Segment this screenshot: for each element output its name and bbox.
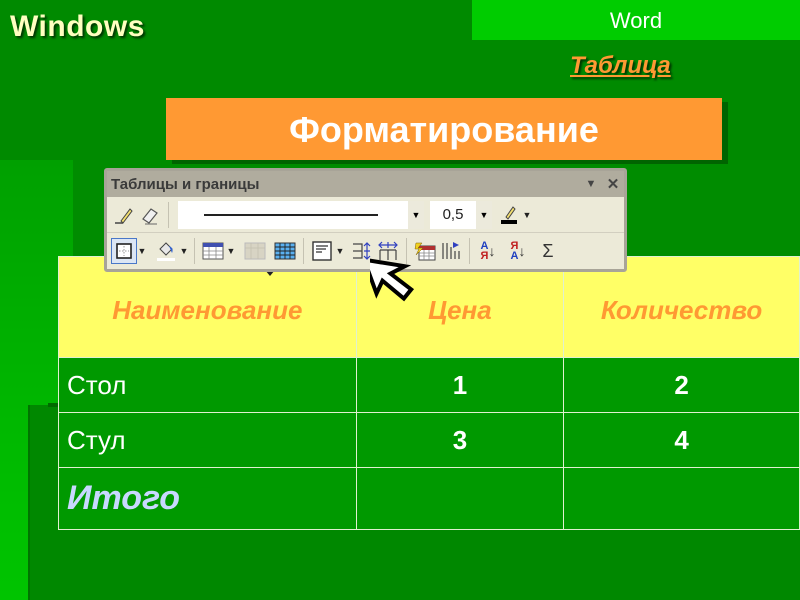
insert-table-icon[interactable] <box>200 238 226 264</box>
topic-banner: Форматирование <box>166 98 722 160</box>
cell-price[interactable]: 1 <box>355 357 565 413</box>
chevron-down-icon[interactable]: ▼ <box>335 246 345 256</box>
shading-color-icon[interactable] <box>153 238 179 264</box>
sort-descending-icon[interactable]: Я А ↓ <box>505 238 531 264</box>
toolbar-separator <box>469 238 470 264</box>
cell-name[interactable]: Стол <box>58 357 357 413</box>
line-weight-value: 0,5 <box>442 206 464 223</box>
toolbar-options-icon[interactable]: ▼ <box>580 178 602 190</box>
toolbar-row-2: ▼ ▼ ▼ ▼ А Я ↓ Я А ↓ Σ <box>107 233 624 269</box>
merge-cells-icon[interactable] <box>242 238 268 264</box>
sort-asc-bottom: Я <box>480 250 489 262</box>
table-total-row: Итого <box>58 467 800 530</box>
text-direction-icon[interactable] <box>438 238 464 264</box>
toolbar-separator <box>194 238 195 264</box>
border-color-icon[interactable] <box>496 202 522 228</box>
tables-borders-toolbar[interactable]: Таблицы и границы ▼ ✕ ▼ 0,5 ▼ ▼ ▼ ▼ ▼ ▼ … <box>104 168 627 272</box>
line-style-select[interactable]: ▼ <box>178 200 424 229</box>
sort-desc-bottom: А <box>510 250 519 262</box>
cell-quantity[interactable]: 4 <box>563 412 800 468</box>
outside-border-icon[interactable] <box>111 238 137 264</box>
split-cells-icon[interactable] <box>272 238 298 264</box>
arrow-down-icon: ↓ <box>518 243 526 259</box>
sort-ascending-icon[interactable]: А Я ↓ <box>475 238 501 264</box>
toolbar-titlebar[interactable]: Таблицы и границы ▼ ✕ <box>107 171 624 197</box>
cell-total-quantity[interactable] <box>563 467 800 530</box>
section-link[interactable]: Таблица <box>570 52 671 80</box>
page-title: Windows <box>10 10 145 43</box>
table-row: Стул 3 4 <box>58 412 800 468</box>
cell-price[interactable]: 3 <box>355 412 565 468</box>
toolbar-separator <box>168 201 169 228</box>
chevron-down-icon[interactable]: ▼ <box>137 246 147 256</box>
chevron-down-icon[interactable]: ▼ <box>179 246 189 256</box>
chevron-down-icon[interactable]: ▼ <box>522 210 532 220</box>
toolbar-separator <box>303 238 304 264</box>
line-weight-select[interactable]: 0,5 ▼ <box>430 200 492 229</box>
toolbar-row-1: ▼ 0,5 ▼ ▼ <box>107 197 624 233</box>
app-label: Word <box>472 0 800 40</box>
pencil-icon[interactable] <box>111 202 137 228</box>
close-icon[interactable]: ✕ <box>602 175 624 193</box>
chevron-down-icon[interactable]: ▼ <box>408 200 424 229</box>
cell-name[interactable]: Стул <box>58 412 357 468</box>
align-icon[interactable] <box>309 238 335 264</box>
eraser-icon[interactable] <box>137 202 163 228</box>
line-style-preview <box>204 213 378 216</box>
autosum-icon[interactable]: Σ <box>535 238 561 264</box>
data-table: Наименование Цена Количество Стол 1 2 Ст… <box>58 256 800 530</box>
mouse-pointer-icon <box>361 250 420 313</box>
chevron-down-icon[interactable]: ▼ <box>226 246 236 256</box>
arrow-down-icon: ↓ <box>488 243 496 259</box>
cell-quantity[interactable]: 2 <box>563 357 800 413</box>
toolbar-title: Таблицы и границы <box>111 175 260 193</box>
cell-total-label[interactable]: Итого <box>58 467 357 530</box>
table-row: Стол 1 2 <box>58 357 800 413</box>
chevron-down-icon[interactable]: ▼ <box>476 200 492 229</box>
cell-total-price[interactable] <box>355 467 565 530</box>
